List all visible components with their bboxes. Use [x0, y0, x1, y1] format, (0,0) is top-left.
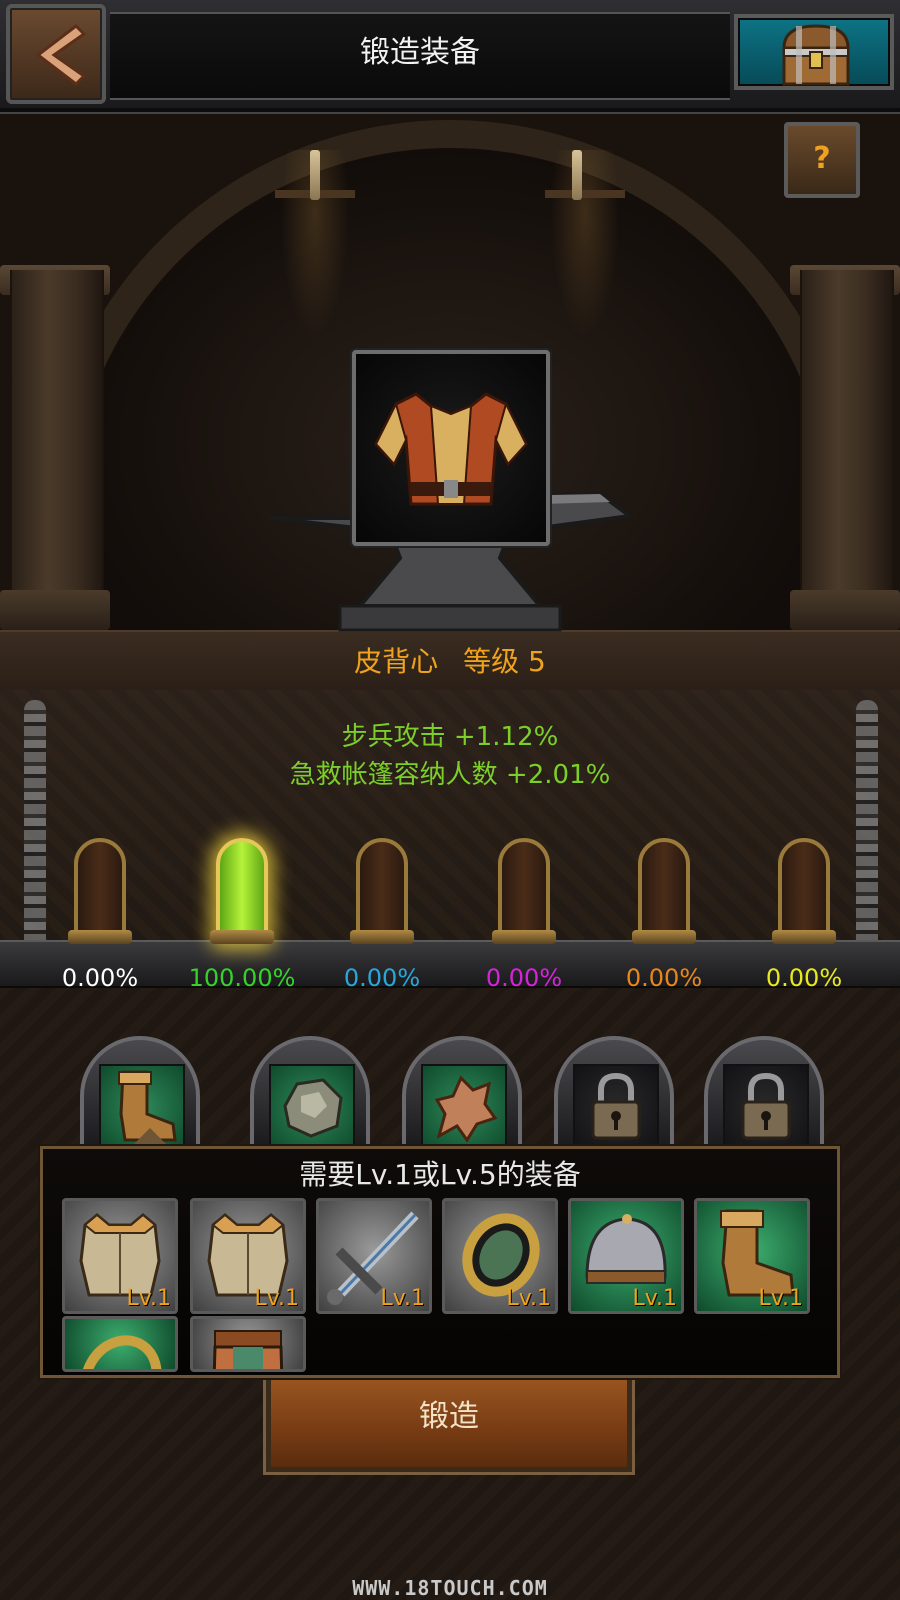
padlock-icon: [591, 1072, 641, 1140]
material-slot-2[interactable]: [250, 1036, 370, 1150]
quality-capsule-white: [74, 838, 126, 944]
stat-line-2: 急救帐篷容纳人数 +2.01%: [289, 760, 611, 790]
capsule-base: [492, 930, 556, 944]
quality-capsule-green: [216, 838, 268, 944]
capsule-base: [68, 930, 132, 944]
quality-chance-purple: 0.00%: [485, 964, 563, 992]
quality-capsule-purple: [498, 838, 550, 944]
capsule-base: [350, 930, 414, 944]
back-button[interactable]: [6, 4, 106, 104]
forge-item-frame[interactable]: [352, 350, 550, 546]
required-item-level: Lv.1: [254, 1286, 299, 1311]
required-item-level: Lv.1: [506, 1286, 551, 1311]
padlock-icon: [741, 1072, 791, 1140]
capsule-base: [210, 930, 274, 944]
help-question-icon: ?: [813, 141, 831, 176]
pillar-right: [800, 270, 894, 640]
material-slot-locked-2[interactable]: [704, 1036, 824, 1150]
candelabra-right: [545, 150, 625, 360]
required-item-sword[interactable]: Lv.1: [316, 1198, 432, 1314]
required-item-level: Lv.1: [632, 1286, 677, 1311]
pillar-left: [10, 270, 104, 640]
candle-left: [310, 150, 320, 200]
capsule-base: [772, 930, 836, 944]
required-item-level: Lv.1: [380, 1286, 425, 1311]
leather-hide-icon: [434, 1075, 498, 1143]
quality-chance-blue: 0.00%: [343, 964, 421, 992]
required-item-helmet[interactable]: Lv.1: [568, 1198, 684, 1314]
required-item-boot[interactable]: Lv.1: [694, 1198, 810, 1314]
material-slot-3[interactable]: [402, 1036, 522, 1150]
chain-left: [24, 700, 46, 950]
chain-right: [856, 700, 878, 950]
popup-pointer: [130, 1128, 170, 1148]
material-slot-4-inner: [573, 1064, 659, 1150]
quality-chance-orange: 0.00%: [625, 964, 703, 992]
material-slot-3-inner: [421, 1064, 507, 1150]
required-item-level: Lv.1: [758, 1286, 803, 1311]
required-item-ring[interactable]: Lv.1: [442, 1198, 558, 1314]
quality-chance-white: 0.00%: [61, 964, 139, 992]
help-button[interactable]: ?: [784, 122, 860, 198]
item-name: 皮背心: [354, 645, 439, 678]
pillar-left-base: [0, 590, 110, 630]
ring-icon: [80, 1335, 162, 1369]
treasure-chest-icon: [782, 24, 850, 86]
iron-ore-icon: [283, 1078, 343, 1138]
quality-capsule-orange: [638, 838, 690, 944]
pillar-right-base: [790, 590, 900, 630]
stat-line-1: 步兵攻击 +1.12%: [341, 722, 559, 752]
required-item-ring-2[interactable]: [62, 1316, 178, 1372]
material-slot-locked-1[interactable]: [554, 1036, 674, 1150]
page-title: 锻造装备: [360, 35, 480, 70]
leather-vest-icon: [374, 392, 528, 506]
trousers-icon: [212, 1330, 284, 1369]
back-arrow-icon: [35, 24, 87, 86]
item-title: 皮背心 等级 5: [0, 640, 900, 684]
quality-capsule-yellow: [778, 838, 830, 944]
quality-capsule-blue: [356, 838, 408, 944]
quality-chance-yellow: 0.00%: [765, 964, 843, 992]
required-item-level: Lv.1: [126, 1286, 171, 1311]
treasure-chest-button[interactable]: [734, 14, 894, 90]
item-level: 等级 5: [463, 645, 546, 678]
material-slot-2-inner: [269, 1064, 355, 1150]
material-slot-5-inner: [723, 1064, 809, 1150]
capsule-base: [632, 930, 696, 944]
required-item-trousers[interactable]: [190, 1316, 306, 1372]
watermark: WWW.18TOUCH.COM: [352, 1576, 548, 1600]
required-item-vest-2[interactable]: Lv.1: [190, 1198, 306, 1314]
quality-chance-green: 100.00%: [188, 964, 296, 992]
required-item-vest-1[interactable]: Lv.1: [62, 1198, 178, 1314]
requirements-title: 需要Lv.1或Lv.5的装备: [299, 1158, 581, 1191]
forge-button[interactable]: 锻造: [266, 1362, 632, 1472]
candle-right: [572, 150, 582, 200]
